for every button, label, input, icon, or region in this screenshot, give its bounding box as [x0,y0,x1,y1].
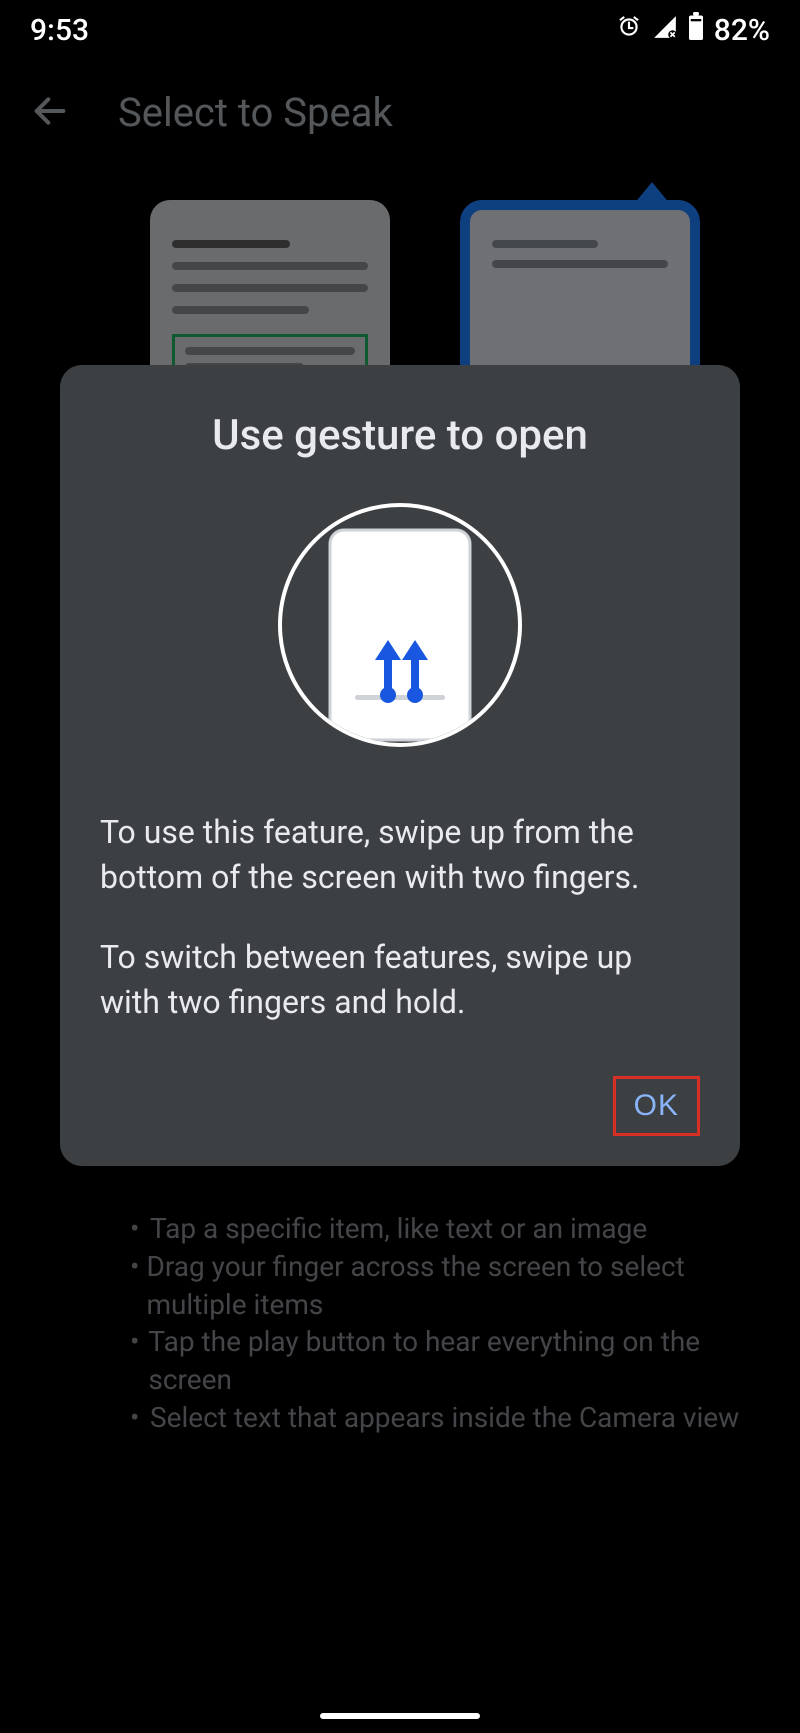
dialog-paragraph: To use this feature, swipe up from the b… [100,810,700,901]
gesture-illustration [100,500,700,750]
dialog-title: Use gesture to open [100,411,700,460]
gesture-nav-bar[interactable] [320,1713,480,1719]
dialog-body: To use this feature, swipe up from the b… [100,810,700,1026]
dialog-paragraph: To switch between features, swipe up wit… [100,935,700,1026]
gesture-dialog: Use gesture to open [60,365,740,1166]
dialog-scrim: Use gesture to open [0,0,800,1733]
ok-button[interactable]: OK [613,1076,700,1136]
